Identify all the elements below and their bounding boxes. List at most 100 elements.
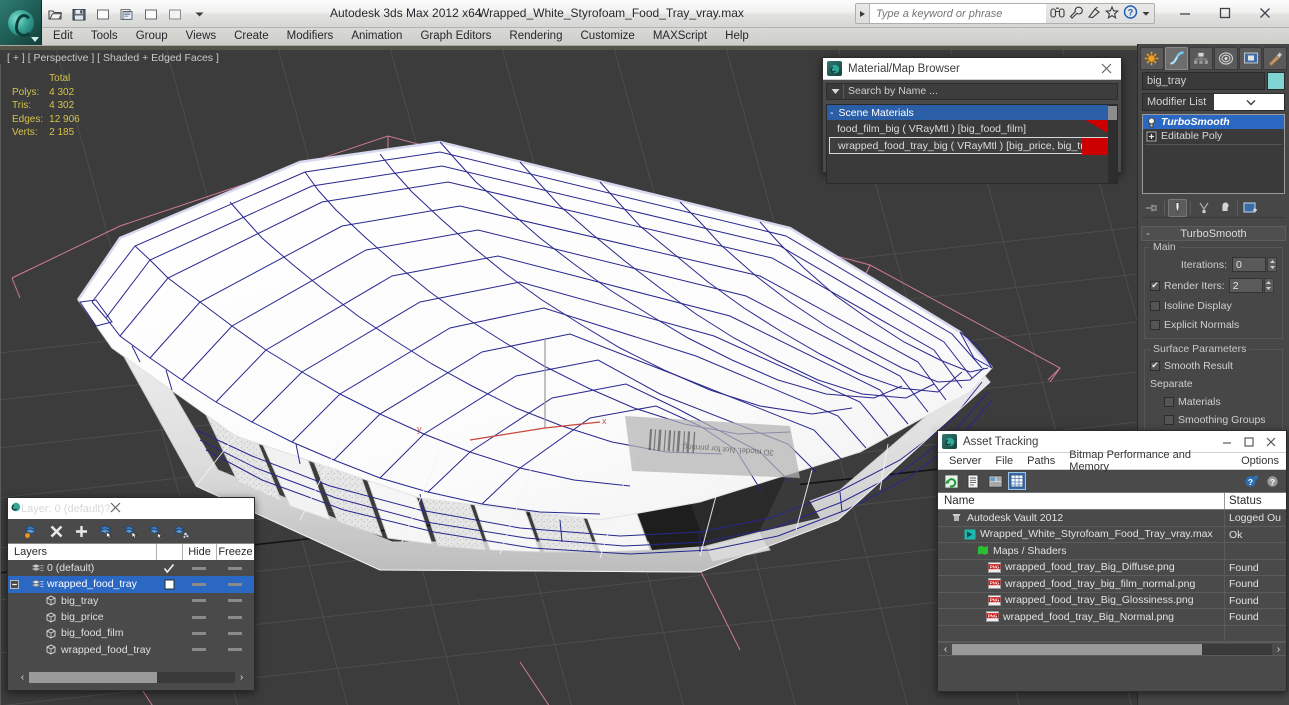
asset-tracking-window[interactable]: Asset Tracking Server File Paths Bitmap … — [937, 430, 1287, 692]
list-item[interactable]: wrapped_food_tray — [8, 576, 254, 593]
new-icon[interactable] — [140, 4, 162, 25]
render-iters-spinner[interactable] — [1263, 278, 1274, 293]
list-item[interactable]: big_price — [8, 609, 254, 625]
menu-item-customize[interactable]: Customize — [571, 28, 643, 45]
tab-display[interactable] — [1238, 47, 1263, 70]
modifier-stack-item-turbosmooth[interactable]: TurboSmooth — [1143, 115, 1284, 129]
object-name-input[interactable]: big_tray — [1142, 72, 1265, 90]
modifier-stack-item-editable-poly[interactable]: Editable Poly — [1143, 129, 1284, 143]
menu-item-group[interactable]: Group — [127, 28, 177, 45]
modifier-list-dropdown[interactable]: Modifier List — [1142, 93, 1285, 111]
material-search-menu-icon[interactable] — [827, 84, 843, 99]
asset-tracking-menubar[interactable]: Server File Paths Bitmap Performance and… — [938, 449, 1286, 473]
highlight-selected-icon[interactable] — [147, 522, 165, 540]
wrench-icon[interactable] — [1069, 6, 1083, 22]
layer-hide-toggle[interactable] — [182, 582, 216, 586]
infocenter-search[interactable]: ? — [855, 3, 1155, 24]
menu-item-help[interactable]: Help — [716, 28, 758, 45]
search-icon-group[interactable]: ? — [1046, 5, 1154, 22]
render-iters-checkbox[interactable] — [1150, 280, 1160, 291]
star-icon[interactable] — [1104, 5, 1120, 22]
column-header-status[interactable]: Status — [1224, 493, 1286, 509]
material-map-browser-window[interactable]: Material/Map Browser Search by Name ... … — [822, 57, 1122, 184]
show-end-result-icon[interactable] — [1168, 198, 1187, 217]
layer-hide-toggle[interactable] — [182, 631, 216, 635]
explicit-normals-checkbox[interactable] — [1150, 319, 1160, 330]
select-objects-icon[interactable] — [97, 522, 115, 540]
caret-icon[interactable] — [1142, 8, 1150, 20]
tab-hierarchy[interactable] — [1189, 47, 1214, 70]
column-header-hide[interactable]: Hide — [182, 544, 216, 560]
material-row-food-film-big[interactable]: food_film_big ( VRayMtl ) [big_food_film… — [827, 120, 1117, 137]
asset-horizontal-scrollbar[interactable]: ‹ › — [938, 642, 1286, 655]
command-panel-tabs[interactable] — [1138, 44, 1289, 70]
binoculars-icon[interactable] — [1050, 6, 1065, 22]
layer-freeze-toggle[interactable] — [216, 631, 254, 635]
redo-icon[interactable] — [116, 4, 138, 25]
asset-close-button[interactable] — [1260, 432, 1282, 452]
material-browser-close-button[interactable] — [1095, 59, 1117, 79]
column-header-layers[interactable]: Layers — [8, 544, 156, 560]
refresh-icon[interactable] — [942, 472, 960, 490]
layer-freeze-toggle[interactable] — [216, 615, 254, 619]
grid-view-icon[interactable] — [1008, 472, 1026, 490]
layer-freeze-toggle[interactable] — [216, 648, 254, 652]
tab-motion[interactable] — [1214, 47, 1238, 70]
layer-manager-toolbar[interactable] — [8, 519, 254, 543]
asset-maximize-button[interactable] — [1238, 432, 1260, 452]
menu-item-modifiers[interactable]: Modifiers — [278, 28, 343, 45]
help-icon[interactable]: ? — [1264, 472, 1282, 490]
scrollbar-thumb[interactable] — [29, 672, 157, 683]
scroll-track[interactable] — [29, 672, 235, 683]
scroll-left-icon[interactable]: ‹ — [939, 644, 952, 655]
tab-utilities[interactable] — [1263, 47, 1288, 70]
menu-item-animation[interactable]: Animation — [342, 28, 411, 45]
scrollbar-thumb[interactable] — [952, 643, 1202, 655]
asset-tracking-toolbar[interactable]: ? ? — [938, 470, 1286, 492]
scroll-right-icon[interactable]: › — [235, 672, 248, 683]
add-layer-icon[interactable] — [72, 522, 90, 540]
window-controls[interactable] — [1165, 2, 1285, 24]
close-button[interactable] — [1245, 2, 1285, 24]
maximize-button[interactable] — [1205, 2, 1245, 24]
satellite-icon[interactable] — [1087, 6, 1101, 22]
save-icon[interactable] — [68, 4, 90, 25]
table-row[interactable]: PNG wrapped_food_tray_big_film_normal.pn… — [938, 576, 1286, 593]
plus-box-icon[interactable] — [1145, 130, 1158, 142]
menu-item-maxscript[interactable]: MAXScript — [644, 28, 716, 45]
explicit-normals-row[interactable]: Explicit Normals — [1150, 317, 1277, 332]
dropdown-icon[interactable] — [188, 4, 210, 25]
chevron-down-icon[interactable] — [1213, 94, 1284, 110]
asset-menu-options[interactable]: Options — [1234, 455, 1286, 467]
group-expander[interactable]: - — [830, 107, 834, 119]
layer-table-rows[interactable]: 0 (default) wrapped_food_tray big_tray b… — [8, 560, 254, 658]
separate-materials-checkbox[interactable] — [1164, 396, 1174, 407]
column-header-name[interactable]: Name — [938, 493, 1224, 509]
list-item[interactable]: wrapped_food_tray — [8, 641, 254, 657]
hide-unselected-icon[interactable] — [172, 522, 190, 540]
list-view-icon[interactable] — [964, 472, 982, 490]
rollout-collapse-glyph[interactable]: - — [1146, 228, 1150, 240]
logo-dropdown-arrow[interactable] — [31, 37, 39, 42]
scrollbar-thumb[interactable] — [1108, 106, 1117, 120]
menu-item-edit[interactable]: Edit — [44, 28, 82, 45]
layer-current-check[interactable] — [156, 579, 182, 590]
render-iters-row[interactable]: Render Iters: 2 — [1150, 277, 1277, 294]
layer-hide-toggle[interactable] — [182, 648, 216, 652]
thumbnail-view-icon[interactable] — [986, 472, 1004, 490]
modifier-stack[interactable]: TurboSmooth Editable Poly — [1142, 114, 1285, 194]
layer-freeze-toggle[interactable] — [216, 599, 254, 603]
turbosmooth-rollout[interactable]: - TurboSmooth Main Iterations: 0 Render … — [1141, 226, 1286, 434]
rollout-header[interactable]: - TurboSmooth — [1141, 226, 1286, 241]
undo-icon[interactable] — [92, 4, 114, 25]
layer-table-header[interactable]: Layers Hide Freeze — [8, 543, 254, 560]
separate-materials-row[interactable]: Materials — [1150, 394, 1277, 409]
layer-freeze-toggle[interactable] — [216, 582, 254, 586]
layer-hide-toggle[interactable] — [182, 599, 216, 603]
menu-item-tools[interactable]: Tools — [82, 28, 127, 45]
separate-smoothing-groups-row[interactable]: Smoothing Groups — [1150, 412, 1277, 427]
lightbulb-icon[interactable] — [1145, 116, 1158, 128]
list-item[interactable]: big_tray — [8, 593, 254, 609]
minimize-button[interactable] — [1165, 2, 1205, 24]
asset-menu-paths[interactable]: Paths — [1020, 455, 1062, 467]
